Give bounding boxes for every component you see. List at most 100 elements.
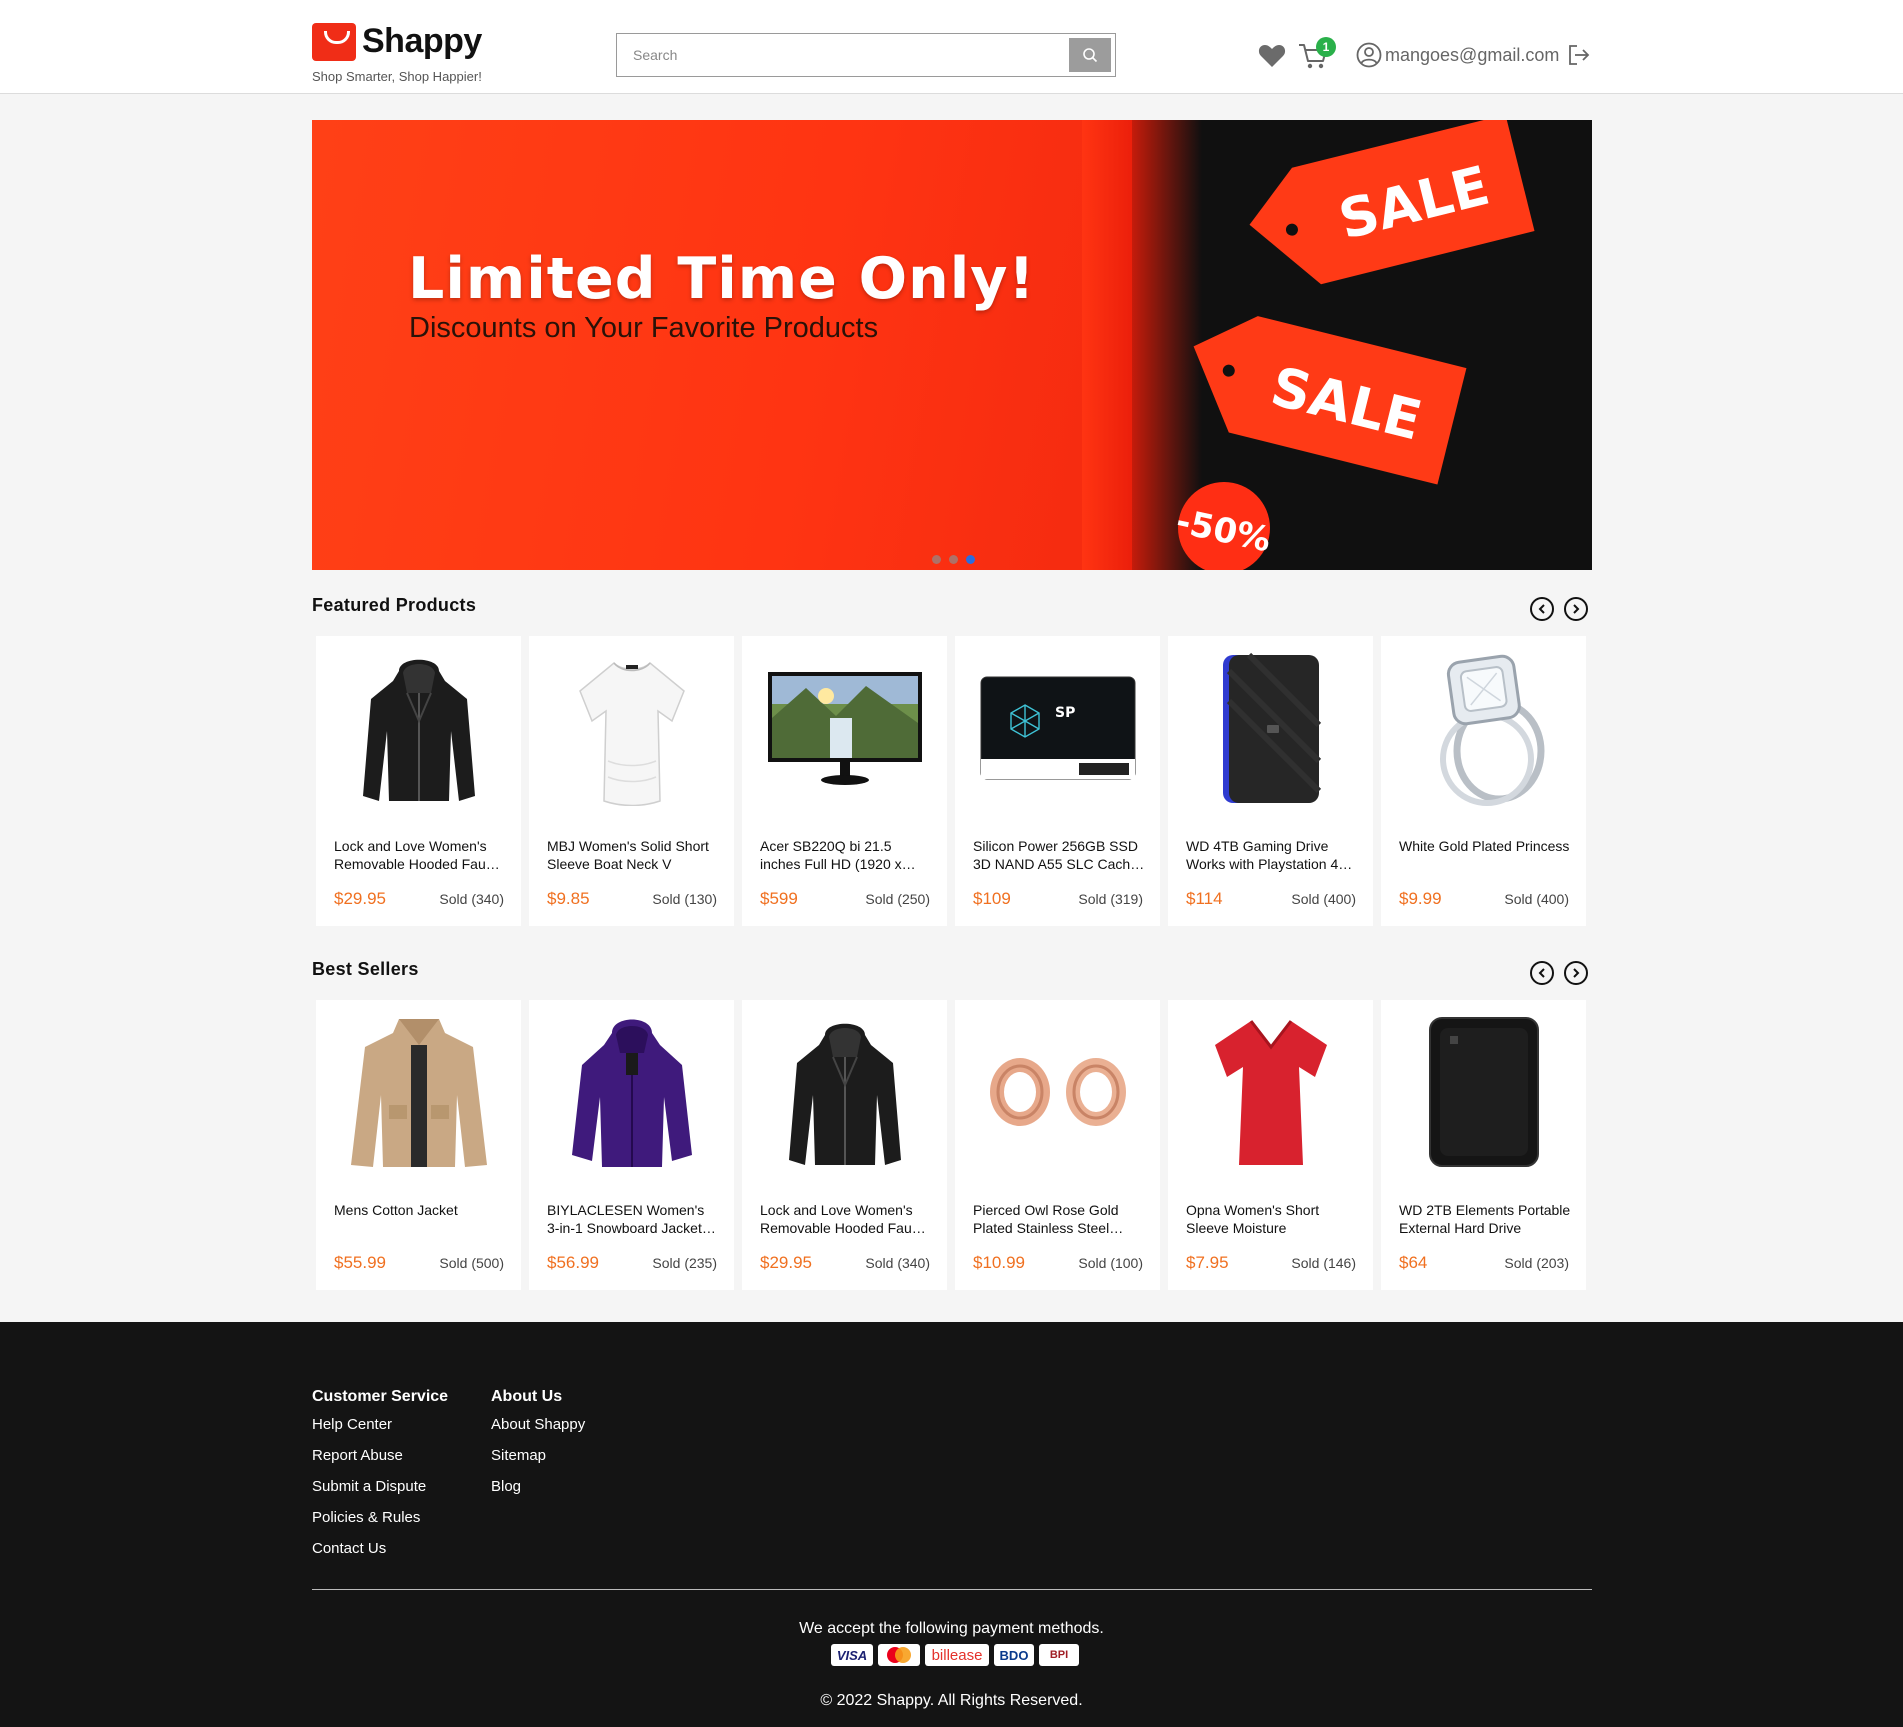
brand-logo[interactable]: Shappy	[312, 22, 482, 61]
product-sold-count: Sold (100)	[1078, 1255, 1143, 1271]
banner-red-background	[312, 120, 1132, 570]
svg-text:SP: SP	[1055, 705, 1075, 721]
product-sold-count: Sold (130)	[652, 891, 717, 907]
footer-link-report-abuse[interactable]: Report Abuse	[312, 1447, 448, 1464]
footer-link-policies-rules[interactable]: Policies & Rules	[312, 1509, 448, 1526]
cotton-jacket-image	[350, 1018, 487, 1167]
logout-icon[interactable]	[1568, 44, 1590, 66]
product-price: $9.85	[547, 889, 590, 908]
product-sold-count: Sold (400)	[1291, 891, 1356, 907]
search-input[interactable]	[617, 34, 1069, 76]
footer-about: About Us About Shappy Sitemap Blog	[491, 1388, 585, 1509]
carousel-dots	[932, 555, 975, 564]
product-sold-count: Sold (319)	[1078, 891, 1143, 907]
product-name: WD 2TB Elements Portable External Hard D…	[1399, 1202, 1571, 1236]
featured-prev-button[interactable]	[1530, 597, 1554, 621]
footer-about-title: About Us	[491, 1388, 563, 1405]
cart-count-badge: 1	[1316, 37, 1336, 57]
product-price: $109	[973, 889, 1011, 908]
black-jacket-image	[362, 659, 475, 801]
user-email[interactable]: mangoes@gmail.com	[1385, 45, 1559, 66]
footer-link-contact-us[interactable]: Contact Us	[312, 1540, 448, 1557]
ssd-image: SP	[980, 676, 1135, 780]
brand-name: Shappy	[362, 22, 482, 60]
heart-icon[interactable]	[1258, 43, 1286, 68]
product-card[interactable]: WD 2TB Elements Portable External Hard D…	[1381, 1000, 1586, 1290]
bestsellers-next-button[interactable]	[1564, 961, 1588, 985]
product-name: Mens Cotton Jacket	[334, 1202, 458, 1218]
mastercard-icon	[887, 1647, 911, 1663]
footer-customer-service-title: Customer Service	[312, 1388, 449, 1405]
footer: Customer Service Help Center Report Abus…	[0, 1322, 1903, 1727]
red-tshirt-image	[1214, 1019, 1327, 1165]
product-price: $7.95	[1186, 1253, 1229, 1272]
featured-next-button[interactable]	[1564, 597, 1588, 621]
billease-logo: billease	[925, 1644, 989, 1666]
sale-tags-graphic: SALE SALE -50%	[1173, 120, 1535, 570]
product-name: BIYLACLESEN Women's 3-in-1 Snowboard Jac…	[547, 1202, 705, 1236]
product-card[interactable]: Pierced Owl Rose Gold Plated Stainless S…	[955, 1000, 1160, 1290]
product-price: $56.99	[547, 1253, 599, 1272]
white-tshirt-image	[578, 661, 685, 806]
promo-banner[interactable]: SALE SALE -50% Limited Time Only! Discou…	[312, 120, 1592, 570]
product-card[interactable]: Acer SB220Q bi 21.5 inches Full HD (1920…	[742, 636, 947, 926]
copyright: © 2022 Shappy. All Rights Reserved.	[820, 1692, 1083, 1709]
featured-products-row: Lock and Love Women's Removable Hooded F…	[316, 636, 1589, 926]
payment-methods: VISA billease BDO BPI	[831, 1644, 1079, 1666]
product-card[interactable]: Lock and Love Women's Removable Hooded F…	[316, 636, 521, 926]
product-name: Opna Women's Short Sleeve Moisture	[1186, 1202, 1320, 1236]
product-sold-count: Sold (340)	[439, 891, 504, 907]
product-card[interactable]: Mens Cotton Jacket $55.99 Sold (500)	[316, 1000, 521, 1290]
visa-logo: VISA	[831, 1644, 873, 1666]
bpi-logo: BPI	[1039, 1644, 1079, 1666]
product-name: Lock and Love Women's Removable Hooded F…	[334, 838, 493, 872]
product-card[interactable]: BIYLACLESEN Women's 3-in-1 Snowboard Jac…	[529, 1000, 734, 1290]
product-price: $9.99	[1399, 889, 1442, 908]
carousel-dot-1[interactable]	[932, 555, 941, 564]
product-card[interactable]: Lock and Love Women's Removable Hooded F…	[742, 1000, 947, 1290]
footer-link-help-center[interactable]: Help Center	[312, 1416, 448, 1433]
search-bar	[616, 33, 1116, 77]
carousel-dot-3[interactable]	[966, 555, 975, 564]
bestsellers-prev-button[interactable]	[1530, 961, 1554, 985]
product-price: $29.95	[334, 889, 386, 908]
user-account-icon[interactable]	[1356, 42, 1382, 68]
product-card[interactable]: MBJ Women's Solid Short Sleeve Boat Neck…	[529, 636, 734, 926]
chevron-left-icon	[1538, 604, 1545, 614]
banner-subtitle: Discounts on Your Favorite Products	[409, 312, 879, 344]
search-icon	[1083, 48, 1098, 63]
product-price: $64	[1399, 1253, 1428, 1272]
product-sold-count: Sold (400)	[1504, 891, 1569, 907]
search-button[interactable]	[1069, 38, 1111, 72]
product-sold-count: Sold (340)	[865, 1255, 930, 1271]
product-name: Silicon Power 256GB SSD 3D NAND A55 SLC …	[973, 838, 1138, 872]
product-name: White Gold Plated Princess	[1399, 838, 1570, 854]
footer-link-sitemap[interactable]: Sitemap	[491, 1447, 585, 1464]
product-name: MBJ Women's Solid Short Sleeve Boat Neck…	[547, 838, 709, 872]
black-jacket-image	[788, 1023, 901, 1165]
best-sellers-title: Best Sellers	[312, 959, 419, 979]
banner-title: Limited Time Only!	[408, 246, 1036, 312]
brand-tagline: Shop Smarter, Shop Happier!	[312, 69, 482, 84]
carousel-dot-2[interactable]	[949, 555, 958, 564]
payment-methods-text: We accept the following payment methods.	[799, 1620, 1104, 1637]
product-sold-count: Sold (250)	[865, 891, 930, 907]
footer-link-submit-dispute[interactable]: Submit a Dispute	[312, 1478, 448, 1495]
product-card[interactable]: Opna Women's Short Sleeve Moisture $7.95…	[1168, 1000, 1373, 1290]
product-price: $10.99	[973, 1253, 1025, 1272]
product-price: $114	[1186, 889, 1223, 908]
footer-link-about-shappy[interactable]: About Shappy	[491, 1416, 585, 1433]
rose-gold-plugs-image	[989, 1058, 1126, 1126]
product-price: $55.99	[334, 1253, 386, 1272]
product-card[interactable]: SP Silicon Power 256GB SSD 3D NAND A55 S…	[955, 636, 1160, 926]
product-price: $599	[760, 889, 798, 908]
monitor-image	[767, 672, 922, 785]
header: Shappy Shop Smarter, Shop Happier! 1 man…	[0, 0, 1903, 94]
product-card[interactable]: WD 4TB Gaming Drive Works with Playstati…	[1168, 636, 1373, 926]
ring-image	[1439, 654, 1544, 806]
bdo-logo: BDO	[994, 1644, 1034, 1666]
footer-link-blog[interactable]: Blog	[491, 1478, 585, 1495]
product-sold-count: Sold (146)	[1291, 1255, 1356, 1271]
mastercard-logo	[878, 1644, 920, 1666]
product-card[interactable]: White Gold Plated Princess $9.99 Sold (4…	[1381, 636, 1586, 926]
